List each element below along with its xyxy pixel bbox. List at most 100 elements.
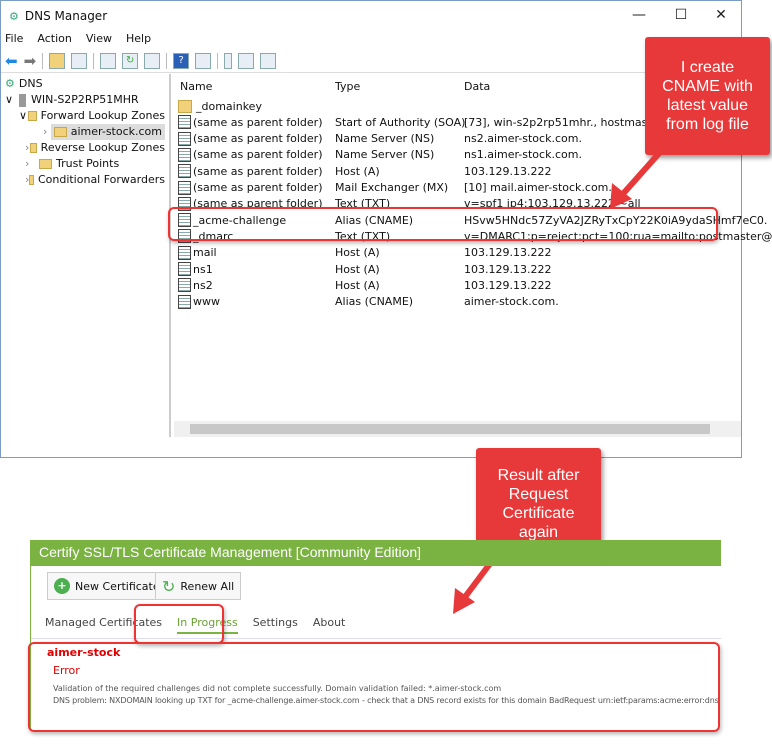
record-type: Host (A) (335, 246, 380, 260)
record-icon (178, 147, 191, 162)
close-button[interactable]: ✕ (711, 7, 731, 23)
record-row[interactable]: ns1 Host (A) 103.129.13.222 (178, 261, 738, 277)
record-name: _domainkey (196, 99, 262, 113)
folder-icon (27, 111, 37, 121)
tree-zone-aimer-stock[interactable]: › aimer-stock.com (5, 124, 165, 140)
tree-label: DNS (18, 77, 43, 90)
scrollbar-thumb[interactable] (190, 424, 710, 434)
folder-icon (30, 143, 37, 153)
record-icon (178, 180, 191, 195)
horizontal-scrollbar[interactable] (174, 421, 741, 437)
record-type: Name Server (NS) (335, 132, 435, 146)
record-row[interactable]: mail Host (A) 103.129.13.222 (178, 245, 738, 261)
record-data: [10] mail.aimer-stock.com. (464, 181, 612, 194)
separator (166, 52, 168, 69)
up-folder-icon[interactable] (49, 52, 66, 69)
record-icon (178, 262, 191, 276)
button-label: Renew All (180, 579, 235, 593)
record-data: 103.129.13.222 (464, 164, 552, 178)
record-type: Host (A) (335, 262, 380, 276)
export-icon[interactable] (144, 52, 161, 69)
record-name: (same as parent folder) (193, 181, 323, 194)
record-type: Host (A) (335, 278, 380, 292)
column-header-type[interactable]: Type (335, 80, 360, 93)
menu-action[interactable]: Action (37, 32, 71, 48)
menu-help[interactable]: Help (126, 32, 151, 48)
column-header-name[interactable]: Name (180, 80, 212, 93)
refresh-icon: ↻ (162, 576, 176, 596)
separator (42, 52, 44, 69)
record-data: [73], win-s2p2rp51mhr., hostmaster. (464, 115, 666, 129)
record-type: Alias (CNAME) (335, 295, 414, 309)
tree-dns[interactable]: ⚙ DNS (5, 76, 165, 92)
record-data: aimer-stock.com. (464, 295, 559, 309)
record-name: ns1 (193, 262, 213, 276)
tree-conditional-forwarders[interactable]: › Conditional Forwarders (5, 172, 165, 188)
highlight-box-tab (134, 604, 224, 644)
record-data: 103.129.13.222 (464, 262, 552, 276)
new-certificate-button[interactable]: + New Certificate (47, 572, 167, 600)
tree-reverse-lookup-zones[interactable]: › Reverse Lookup Zones (5, 140, 165, 156)
separator (93, 52, 95, 69)
column-header-data[interactable]: Data (464, 80, 490, 93)
back-icon[interactable]: ⬅ (5, 52, 18, 70)
record-icon (178, 115, 191, 130)
annotation-arrow (610, 148, 665, 209)
minimize-button[interactable]: — (629, 7, 649, 23)
separator (217, 52, 219, 69)
dns-app-icon: ⚙ (9, 9, 19, 23)
tree-label: WIN-S2P2RP51MHR (31, 93, 139, 106)
window-title: DNS Manager (24, 9, 108, 23)
tree-label: aimer-stock.com (70, 125, 162, 138)
tree-label: Reverse Lookup Zones (40, 141, 165, 154)
record-name: ns2 (193, 278, 213, 292)
chevron-down-icon: ∨ (5, 93, 14, 106)
properties-icon[interactable] (100, 52, 117, 69)
record-icon (178, 294, 191, 309)
record-data: 103.129.13.222 (464, 278, 552, 292)
tab-about[interactable]: About (313, 616, 346, 634)
record-icon (178, 131, 191, 146)
record-name: (same as parent folder) (193, 115, 323, 129)
certify-title: Certify SSL/TLS Certificate Management [… (31, 540, 721, 566)
record-icon (178, 278, 191, 293)
record-icon[interactable] (238, 52, 255, 69)
plus-circle-icon: + (54, 578, 70, 594)
chevron-down-icon: ∨ (19, 109, 28, 122)
maximize-button[interactable]: ☐ (671, 7, 691, 23)
zone-icon (53, 127, 67, 137)
server-icon[interactable] (224, 52, 233, 69)
help-icon[interactable]: ? (173, 52, 190, 69)
show-tree-icon[interactable] (71, 52, 88, 69)
action-pane-icon[interactable] (195, 52, 212, 69)
forward-icon[interactable]: ➡ (24, 52, 37, 70)
menu-bar: File Action View Help (5, 32, 151, 48)
record-type: Mail Exchanger (MX) (335, 181, 449, 194)
renew-all-button[interactable]: ↻ Renew All (155, 572, 242, 600)
record-name: www (193, 295, 220, 309)
menu-view[interactable]: View (86, 32, 112, 48)
tab-settings[interactable]: Settings (253, 616, 298, 634)
server-icon (19, 93, 26, 107)
record-icon (178, 164, 191, 179)
record-type: Host (A) (335, 164, 380, 178)
record-row[interactable]: ns2 Host (A) 103.129.13.222 (178, 277, 738, 293)
chevron-right-icon: › (43, 125, 48, 138)
tree-label: Trust Points (56, 157, 120, 170)
menu-file[interactable]: File (5, 32, 23, 48)
record-name: mail (193, 246, 217, 260)
button-label: New Certificate (75, 579, 160, 593)
toolbar: ⬅ ➡ ↻ ? (1, 49, 741, 73)
record-type: Start of Authority (SOA) (335, 115, 466, 129)
copy-icon[interactable] (260, 52, 277, 69)
record-type: Name Server (NS) (335, 148, 435, 162)
annotation-callout-cname: I create CNAME with latest value from lo… (645, 37, 770, 155)
record-row[interactable]: www Alias (CNAME) aimer-stock.com. (178, 294, 738, 310)
folder-icon (29, 175, 34, 185)
record-data: 103.129.13.222 (464, 246, 552, 260)
tree-trust-points[interactable]: › Trust Points (5, 156, 165, 172)
dns-icon: ⚙ (5, 77, 15, 90)
refresh-icon[interactable]: ↻ (122, 52, 139, 69)
tree-forward-lookup-zones[interactable]: ∨ Forward Lookup Zones (5, 108, 165, 124)
tree-server[interactable]: ∨ WIN-S2P2RP51MHR (5, 92, 165, 108)
